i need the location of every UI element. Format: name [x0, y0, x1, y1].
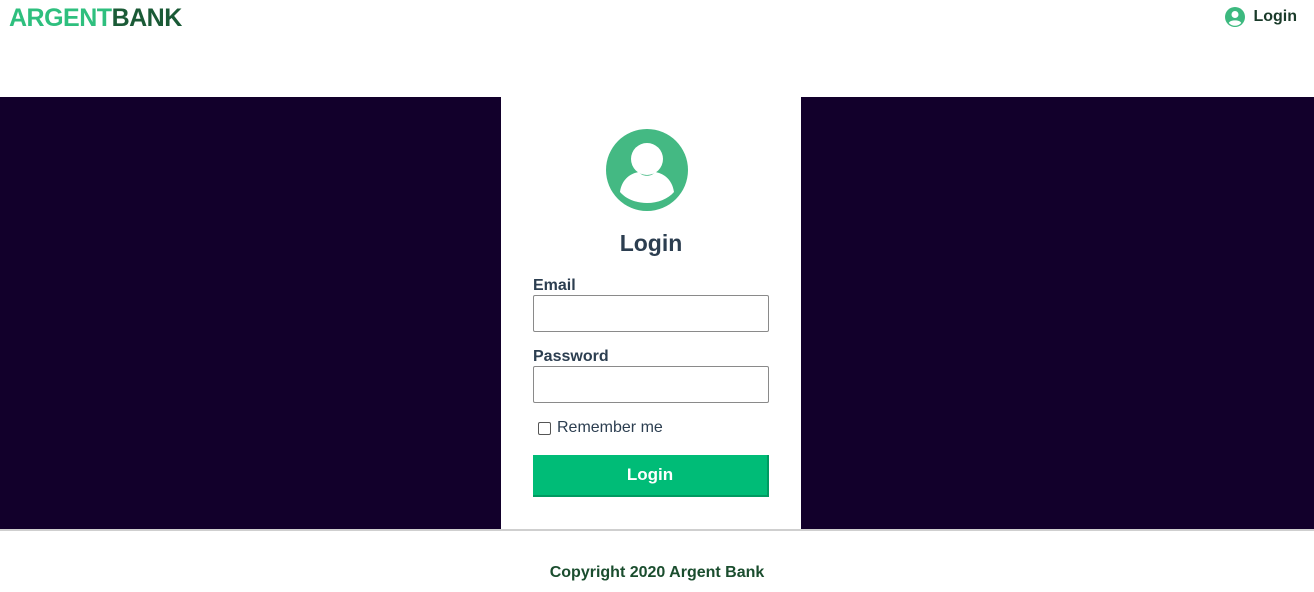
login-title: Login	[619, 230, 683, 256]
hero-background: Login Email Password Remember me Login	[0, 97, 1314, 529]
footer: Copyright 2020 Argent Bank	[0, 529, 1314, 592]
nav-login-link[interactable]: Login	[1224, 6, 1297, 28]
email-label: Email	[533, 277, 576, 294]
user-circle-icon	[1224, 6, 1246, 28]
remember-me-checkbox[interactable]	[538, 421, 551, 435]
user-avatar-icon	[606, 129, 688, 211]
login-submit-button[interactable]: Login	[533, 455, 769, 497]
top-navbar: ARGENT BANK Login	[0, 0, 1314, 97]
copyright-text: Copyright 2020 Argent Bank	[549, 564, 765, 581]
login-card: Login Email Password Remember me Login	[501, 97, 801, 529]
remember-me-label: Remember me	[557, 419, 663, 436]
nav-login-label: Login	[1253, 8, 1297, 25]
logo-argent-text: ARGENT	[9, 4, 112, 32]
email-input[interactable]	[533, 295, 769, 332]
argent-bank-logo[interactable]: ARGENT BANK	[9, 4, 182, 33]
password-label: Password	[533, 348, 609, 365]
password-input[interactable]	[533, 366, 769, 403]
remember-me-row[interactable]: Remember me	[538, 419, 663, 437]
logo-bank-text: BANK	[111, 4, 183, 32]
